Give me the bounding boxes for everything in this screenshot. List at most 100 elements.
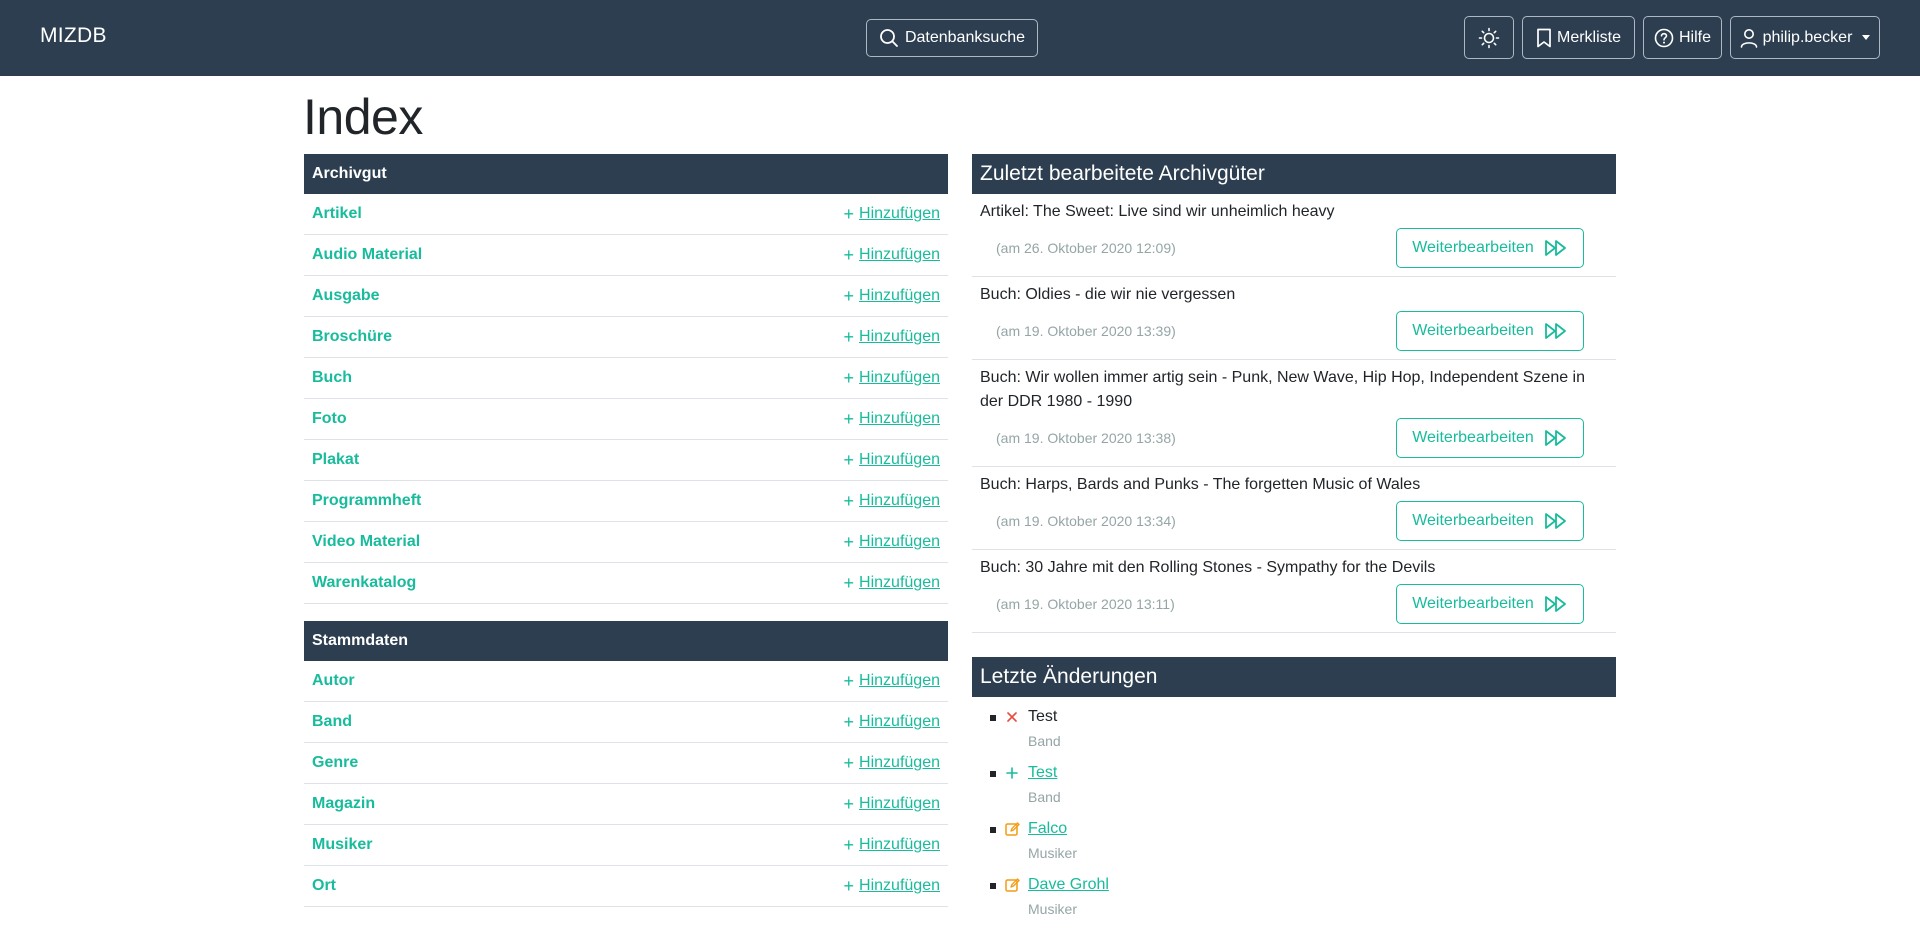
continue-editing-button[interactable]: Weiterbearbeiten: [1396, 311, 1584, 351]
add-link[interactable]: + Hinzufügen: [844, 574, 940, 592]
add-link[interactable]: + Hinzufügen: [844, 287, 940, 305]
plus-icon: +: [843, 573, 855, 593]
user-icon: [1740, 28, 1757, 48]
add-link[interactable]: + Hinzufügen: [844, 795, 940, 813]
change-item-title[interactable]: Falco: [1028, 819, 1616, 839]
continue-editing-label: Weiterbearbeiten: [1412, 512, 1534, 529]
model-link[interactable]: Band: [312, 713, 352, 731]
plus-icon: +: [843, 368, 855, 388]
add-link[interactable]: + Hinzufügen: [844, 672, 940, 690]
model-row: Artikel + Hinzufügen: [304, 194, 948, 235]
add-link[interactable]: + Hinzufügen: [844, 754, 940, 772]
theme-toggle-button[interactable]: [1464, 16, 1514, 59]
recent-item-title: Artikel: The Sweet: Live sind wir unheim…: [980, 203, 1335, 220]
model-link[interactable]: Audio Material: [312, 246, 422, 264]
add-link-label: Hinzufügen: [859, 754, 940, 771]
add-link[interactable]: + Hinzufügen: [844, 492, 940, 510]
model-link[interactable]: Genre: [312, 754, 358, 772]
model-link[interactable]: Foto: [312, 410, 347, 428]
model-link[interactable]: Warenkatalog: [312, 574, 416, 592]
change-item-title[interactable]: Test: [1028, 763, 1616, 783]
model-row: Programmheft + Hinzufügen: [304, 481, 948, 522]
add-link-label: Hinzufügen: [859, 328, 940, 345]
add-link[interactable]: + Hinzufügen: [844, 246, 940, 264]
add-link-label: Hinzufügen: [859, 533, 940, 550]
latest-changes-header: Letzte Änderungen: [972, 657, 1616, 697]
user-label: philip.becker: [1762, 28, 1853, 46]
recent-item: Buch: Oldies - die wir nie vergessen (am …: [972, 277, 1616, 360]
user-menu-dropdown[interactable]: philip.becker: [1730, 16, 1880, 59]
continue-editing-button[interactable]: Weiterbearbeiten: [1396, 418, 1584, 458]
sun-icon: [1478, 27, 1500, 48]
plus-icon: [1004, 765, 1020, 781]
change-item-title[interactable]: Dave Grohl: [1028, 875, 1616, 895]
help-button[interactable]: Hilfe: [1643, 16, 1722, 59]
model-row: Ausgabe + Hinzufügen: [304, 276, 948, 317]
plus-icon: +: [843, 753, 855, 773]
plus-icon: +: [843, 712, 855, 732]
plus-icon: +: [843, 409, 855, 429]
watchlist-label: Merkliste: [1556, 28, 1621, 46]
add-link[interactable]: + Hinzufügen: [844, 713, 940, 731]
bookmark-icon: [1537, 28, 1551, 47]
add-link[interactable]: + Hinzufügen: [844, 410, 940, 428]
model-link[interactable]: Ausgabe: [312, 287, 380, 305]
change-item: Test Band: [990, 707, 1616, 763]
model-link[interactable]: Autor: [312, 672, 355, 690]
edit-icon: [1004, 877, 1020, 893]
add-link[interactable]: + Hinzufügen: [844, 369, 940, 387]
recent-item-title: Buch: 30 Jahre mit den Rolling Stones - …: [980, 559, 1436, 576]
recent-item-date: (am 19. Oktober 2020 13:11): [996, 596, 1175, 612]
change-item: Falco Musiker: [990, 819, 1616, 875]
model-row: Genre + Hinzufügen: [304, 743, 948, 784]
recent-item-title: Buch: Harps, Bards and Punks - The forge…: [980, 476, 1421, 493]
continue-editing-label: Weiterbearbeiten: [1412, 322, 1534, 339]
model-link[interactable]: Plakat: [312, 451, 359, 469]
continue-editing-label: Weiterbearbeiten: [1412, 239, 1534, 256]
add-link-label: Hinzufügen: [859, 369, 940, 386]
bullet: [990, 827, 996, 833]
model-row: Band + Hinzufügen: [304, 702, 948, 743]
recent-item: Buch: 30 Jahre mit den Rolling Stones - …: [972, 550, 1616, 633]
add-link[interactable]: + Hinzufügen: [844, 205, 940, 223]
plus-icon: +: [843, 876, 855, 896]
fast-forward-icon: [1544, 596, 1566, 612]
model-row: Warenkatalog + Hinzufügen: [304, 563, 948, 604]
chevron-down-icon: [1862, 35, 1871, 40]
model-link[interactable]: Video Material: [312, 533, 420, 551]
add-link[interactable]: + Hinzufügen: [844, 877, 940, 895]
add-link-label: Hinzufügen: [859, 410, 940, 427]
model-link[interactable]: Artikel: [312, 205, 362, 223]
model-link[interactable]: Programmheft: [312, 492, 421, 510]
add-link-label: Hinzufügen: [859, 574, 940, 591]
watchlist-button[interactable]: Merkliste: [1522, 16, 1635, 59]
change-item-type: Musiker: [1028, 901, 1078, 917]
plus-icon: +: [843, 491, 855, 511]
brand-logo[interactable]: MIZDB: [40, 24, 107, 48]
model-link[interactable]: Buch: [312, 369, 352, 387]
continue-editing-button[interactable]: Weiterbearbeiten: [1396, 501, 1584, 541]
plus-icon: +: [843, 245, 855, 265]
recent-item: Buch: Wir wollen immer artig sein - Punk…: [972, 360, 1616, 467]
database-search-button[interactable]: Datenbanksuche: [866, 19, 1038, 57]
edit-icon: [1004, 821, 1020, 837]
continue-editing-button[interactable]: Weiterbearbeiten: [1396, 584, 1584, 624]
model-link[interactable]: Musiker: [312, 836, 372, 854]
help-icon: [1654, 28, 1674, 47]
model-link[interactable]: Ort: [312, 877, 336, 895]
model-link[interactable]: Magazin: [312, 795, 375, 813]
add-link[interactable]: + Hinzufügen: [844, 533, 940, 551]
add-link[interactable]: + Hinzufügen: [844, 451, 940, 469]
add-link-label: Hinzufügen: [859, 205, 940, 222]
stammdaten-header: Stammdaten: [304, 621, 948, 661]
model-row: Audio Material + Hinzufügen: [304, 235, 948, 276]
model-link[interactable]: Broschüre: [312, 328, 392, 346]
model-row: Video Material + Hinzufügen: [304, 522, 948, 563]
add-link[interactable]: + Hinzufügen: [844, 328, 940, 346]
model-row: Broschüre + Hinzufügen: [304, 317, 948, 358]
add-link[interactable]: + Hinzufügen: [844, 836, 940, 854]
sidebar-panels: Zuletzt bearbeitete Archivgüter Artikel:…: [972, 154, 1616, 931]
search-icon: [880, 29, 898, 47]
fast-forward-icon: [1544, 430, 1566, 446]
continue-editing-button[interactable]: Weiterbearbeiten: [1396, 228, 1584, 268]
